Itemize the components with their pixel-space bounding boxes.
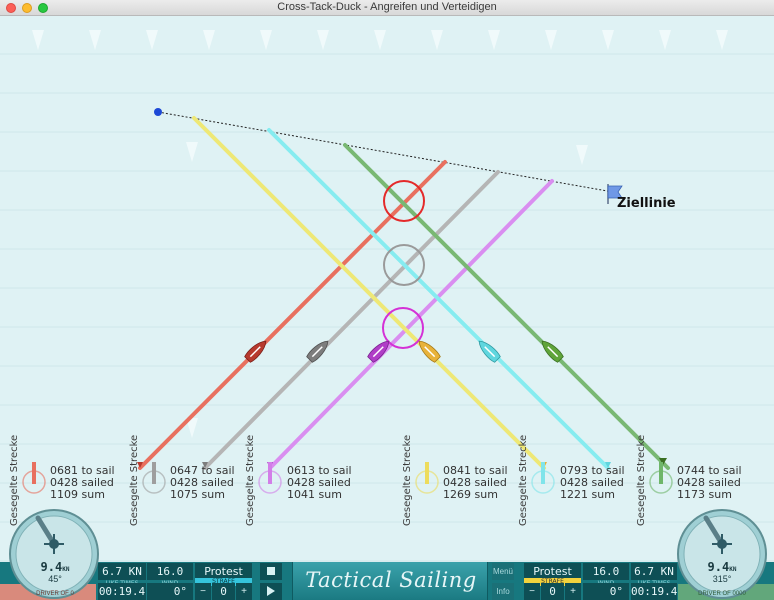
menu-button[interactable]: Menü [492,563,514,580]
stat-block-green: 0744 to sail 0428 sailed 1173 sum [677,465,742,501]
left-penalty-minus-button[interactable]: − [195,583,211,600]
finish-line-label: Ziellinie [617,196,676,211]
stat-label-cyan: Gesegelte Strecke [518,434,529,526]
right-dial-heading: 315° [712,574,732,584]
right-penalty-plus-button[interactable]: + [565,583,581,600]
app-logo-text: Tactical Sailing [305,568,477,592]
app-logo: Tactical Sailing [292,562,488,600]
wind-marker [602,30,614,50]
sum-value: 1041 sum [287,488,342,501]
stat-label-gray: Gesegelte Strecke [129,434,140,526]
left-penalty-value: 0 [212,583,235,600]
stat-block-violet: 0613 to sail 0428 sailed 1041 sum [287,465,352,501]
stat-label-yellow: Gesegelte Strecke [402,434,413,526]
track-violet [268,179,554,470]
stat-block-red: 0681 to sail 0428 sailed 1109 sum [50,465,115,501]
right-dial-caption: DRIVER OF 0000 [698,591,746,597]
sum-value: 1075 sum [170,488,225,501]
wind-marker [545,30,557,50]
boat-gray[interactable] [306,337,332,363]
left-speed-display: 6.7 KN [98,563,146,580]
stat-icon-red [22,462,46,494]
wind-marker [576,145,588,165]
wind-marker [374,30,386,50]
sum-value: 1221 sum [560,488,615,501]
left-angle-display: 0° [147,583,193,600]
left-dial-caption: DRIVER OF 0 [36,591,74,597]
stat-icon-violet [258,462,282,494]
stat-block-gray: 0647 to sail 0428 sailed 1075 sum [170,465,235,501]
sum-value: 1269 sum [443,488,498,501]
right-dial-speed: 9.4KN [707,560,737,574]
right-compass-dial [677,509,767,599]
left-penalty-plus-button[interactable]: + [236,583,252,600]
stat-block-cyan: 0793 to sail 0428 sailed 1221 sum [560,465,625,501]
info-button[interactable]: Info [492,583,514,600]
right-penalty-minus-button[interactable]: − [524,583,540,600]
stop-button[interactable] [260,563,282,580]
boat-tracks [138,116,670,470]
left-compass-dial [9,509,99,599]
wind-marker [716,30,728,50]
wind-marker [317,30,329,50]
wind-marker [260,30,272,50]
right-penalty-value: 0 [541,583,564,600]
left-dial-speed: 9.4KN [40,560,70,574]
stat-icon-yellow [415,462,439,494]
wind-marker [488,30,500,50]
track-gray [203,170,500,470]
boat-violet[interactable] [367,337,393,363]
wind-marker [431,30,443,50]
track-green [343,143,670,470]
stat-icon-gray [142,462,166,494]
track-red [138,160,447,470]
stat-block-yellow: 0841 to sail 0428 sailed 1269 sum [443,465,508,501]
wind-markers [32,30,728,438]
wind-marker [203,30,215,50]
stat-label-violet: Gesegelte Strecke [245,434,256,526]
right-angle-display: 0° [583,583,629,600]
boat-cyan[interactable] [475,337,501,363]
race-course [22,30,728,494]
wind-marker [146,30,158,50]
left-timer-display: 00:19.4 [98,583,146,600]
finish-buoy[interactable] [154,108,162,116]
wind-marker [659,30,671,50]
wind-marker [186,142,198,162]
left-wind-display: 16.0 KN [147,563,193,595]
wind-marker [89,30,101,50]
play-button[interactable] [260,583,282,600]
stat-label-green: Gesegelte Strecke [636,434,647,526]
play-icon [267,586,275,597]
boat-yellow[interactable] [415,337,441,363]
right-wind-display: 16.0 KN [583,563,629,595]
stat-icon-cyan [531,462,555,494]
wind-marker [32,30,44,50]
left-dial-heading: 45° [48,574,62,584]
boat-red[interactable] [244,337,270,363]
boat-green[interactable] [538,337,564,363]
stop-icon [267,567,275,576]
